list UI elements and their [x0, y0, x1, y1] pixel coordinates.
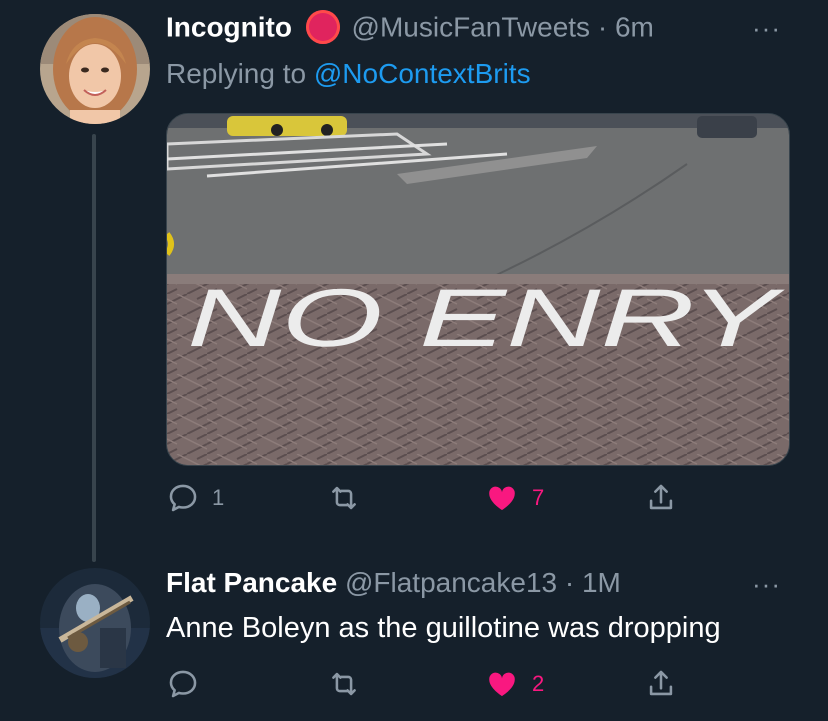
avatar-photo: [40, 14, 150, 124]
retweet-icon: [332, 486, 356, 510]
reply-icon: [169, 670, 197, 698]
like-heart-icon: [489, 486, 515, 511]
retweet-icon: [332, 672, 356, 696]
display-name[interactable]: Flat Pancake: [166, 567, 337, 598]
share-icon: [649, 670, 673, 696]
like-count: 7: [532, 485, 545, 510]
tweet-media-image[interactable]: NO ENRY: [166, 113, 790, 466]
share-button[interactable]: [644, 664, 678, 704]
replying-to-mention[interactable]: @NoContextBrits: [314, 58, 531, 89]
like-count: 2: [532, 671, 545, 696]
display-name[interactable]: Incognito: [166, 11, 292, 42]
reply-count: 1: [212, 485, 225, 510]
tweet-flat-pancake[interactable]: Flat Pancake @Flatpancake13 · 1M ··· Ann…: [0, 560, 828, 721]
timestamp[interactable]: 6m: [615, 11, 654, 42]
separator: ·: [564, 567, 575, 598]
parking-lot-photo: NO ENRY: [167, 114, 789, 465]
share-icon: [649, 484, 673, 510]
avatar-photo: [40, 568, 150, 678]
handle[interactable]: @Flatpancake13: [345, 567, 557, 598]
like-button[interactable]: 2: [484, 664, 544, 704]
tweet-incognito[interactable]: Incognito @MusicFanTweets · 6m ··· Reply…: [0, 0, 828, 560]
more-icon[interactable]: ···: [752, 15, 781, 41]
reply-button[interactable]: [166, 664, 212, 704]
reply-button[interactable]: 1: [166, 478, 224, 518]
avatar[interactable]: [40, 14, 150, 124]
replying-to-label: Replying to: [166, 58, 307, 89]
replying-to: Replying to @NoContextBrits: [166, 57, 531, 91]
like-heart-icon: [489, 672, 515, 697]
tweet-text: Anne Boleyn as the guillotine was droppi…: [166, 612, 721, 644]
tweet-header: Incognito @MusicFanTweets · 6m: [166, 10, 654, 48]
reply-icon: [169, 484, 197, 512]
handle[interactable]: @MusicFanTweets: [352, 11, 591, 42]
timestamp[interactable]: 1M: [582, 567, 621, 598]
road-marking-text: NO ENRY: [187, 273, 785, 364]
tweet-actions: 2: [166, 664, 686, 704]
retweet-button[interactable]: [326, 664, 374, 704]
tweet-header: Flat Pancake @Flatpancake13 · 1M: [166, 566, 621, 600]
like-button[interactable]: 7: [484, 478, 544, 518]
avatar[interactable]: [40, 568, 150, 678]
tweet-actions: 1 7: [166, 478, 686, 518]
separator: ·: [597, 11, 608, 43]
retweet-button[interactable]: [326, 478, 374, 518]
red-circle-emoji-icon: [305, 10, 340, 44]
share-button[interactable]: [644, 478, 678, 518]
more-icon[interactable]: ···: [752, 571, 781, 597]
